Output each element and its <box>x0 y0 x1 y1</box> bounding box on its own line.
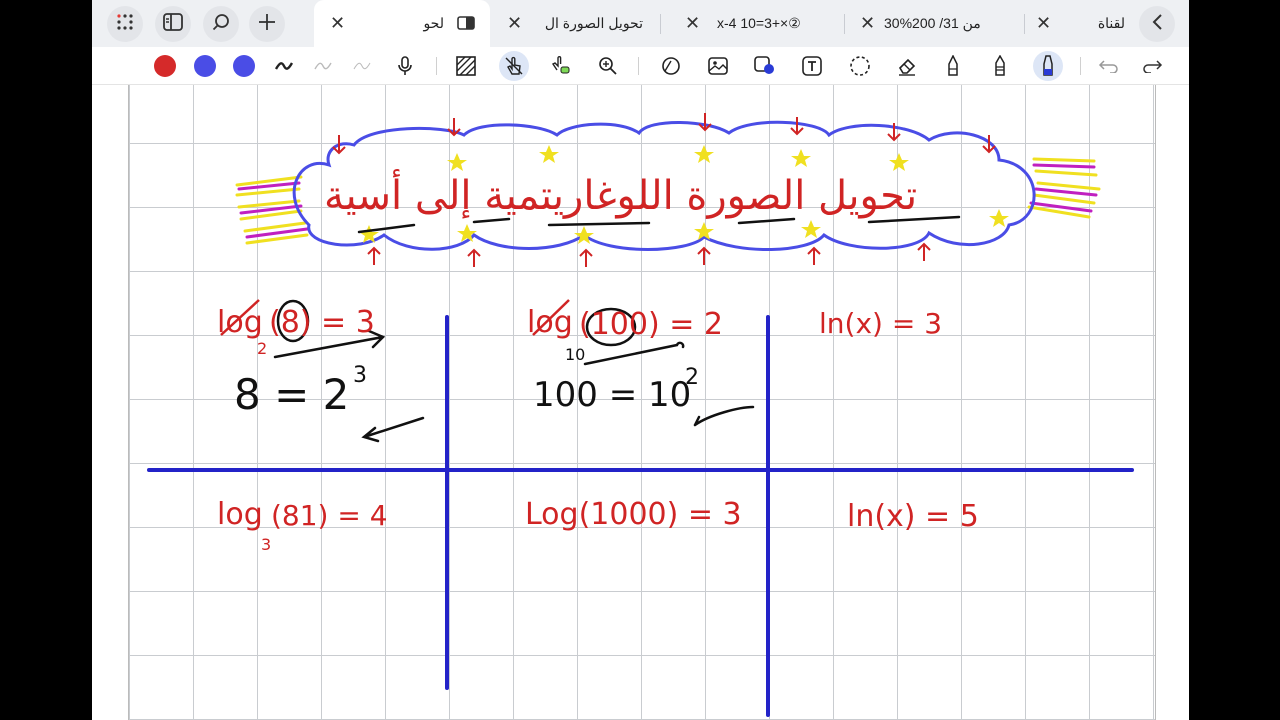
c1-top-base: 2 <box>257 339 268 358</box>
close-tab-icon[interactable]: ✕ <box>330 13 345 34</box>
notebook-icon <box>457 16 475 33</box>
c2-exp-form: 100 = 10 <box>533 375 692 415</box>
sidebar-button[interactable] <box>155 6 191 42</box>
touch-draw-icon[interactable] <box>499 51 529 81</box>
note-canvas[interactable]: تحويل الصورة اللوغاريتمية إلى أسية log (… <box>128 85 1156 720</box>
undo-icon[interactable] <box>1094 51 1124 81</box>
tab-label: 30%من 31/ 200 <box>884 15 981 31</box>
tab-label: تحويل الصورة ال <box>544 15 643 31</box>
stroke-thin-icon[interactable] <box>347 51 377 81</box>
c2-top-log: log <box>527 305 573 340</box>
c1-bot-log: log <box>217 497 263 532</box>
stroke-thick-icon[interactable] <box>269 51 299 81</box>
eraser-icon[interactable] <box>892 51 922 81</box>
c2-top-expr: (100) = 2 <box>579 307 723 342</box>
pattern-icon[interactable] <box>451 51 481 81</box>
chevron-left-icon <box>1151 13 1163 36</box>
c1-bot-base: 3 <box>261 535 272 554</box>
c3-top-expr: ln(x) = 3 <box>819 307 943 340</box>
text-icon[interactable] <box>797 51 827 81</box>
plus-icon <box>258 13 276 36</box>
tab-equation[interactable]: ✕ x-4 10=3+×② <box>667 0 839 47</box>
tab-label: لقناة <box>1097 15 1125 31</box>
pen-tool-icon[interactable] <box>938 51 968 81</box>
close-tab-icon[interactable]: ✕ <box>860 13 875 34</box>
note-title: تحويل الصورة اللوغاريتمية إلى أسية <box>324 173 918 219</box>
lasso-select-icon[interactable] <box>845 51 875 81</box>
tab-convert-image[interactable]: ✕ تحويل الصورة ال <box>497 0 657 47</box>
pen-color-red[interactable] <box>150 51 180 81</box>
search-button[interactable] <box>203 6 239 42</box>
pen-color-blue[interactable] <box>190 51 220 81</box>
image-icon[interactable] <box>703 51 733 81</box>
redo-icon[interactable] <box>1137 51 1167 81</box>
c2-exp-power: 2 <box>685 365 699 390</box>
c1-top-expr: (8) = 3 <box>269 305 375 340</box>
close-tab-icon[interactable]: ✕ <box>685 13 700 34</box>
tab-label: لحو <box>423 15 444 31</box>
sidebar-icon <box>163 12 183 36</box>
back-button[interactable] <box>1139 6 1175 42</box>
c1-exp-power: 3 <box>353 363 367 388</box>
shape-icon[interactable] <box>656 51 686 81</box>
c1-top-log: log <box>217 305 263 340</box>
zoom-icon[interactable] <box>593 51 623 81</box>
highlighter-tool-icon[interactable] <box>1033 51 1063 81</box>
pen-color-blue-2[interactable] <box>229 51 259 81</box>
tab-lhw[interactable]: ✕ لحو <box>314 0 490 47</box>
close-tab-icon[interactable]: ✕ <box>1036 13 1051 34</box>
sticker-icon[interactable] <box>750 51 780 81</box>
c3-bot-expr: ln(x) = 5 <box>847 499 979 534</box>
stroke-medium-icon[interactable] <box>308 51 338 81</box>
search-icon <box>212 13 230 36</box>
notes-app-window: ✕ لحو ✕ تحويل الصورة ال ✕ x-4 10=3+×② ✕ … <box>92 0 1189 720</box>
new-tab-button[interactable] <box>249 6 285 42</box>
tab-bar: ✕ لحو ✕ تحويل الصورة ال ✕ x-4 10=3+×② ✕ … <box>92 0 1189 47</box>
microphone-icon[interactable] <box>390 51 420 81</box>
c1-bot-expr: (81) = 4 <box>271 499 388 532</box>
tab-label: x-4 10=3+×② <box>717 15 801 31</box>
tab-percent[interactable]: ✕ 30%من 31/ 200 <box>850 0 1020 47</box>
pencil-tool-icon[interactable] <box>985 51 1015 81</box>
c1-exp-form: 8 = 2 <box>234 370 350 419</box>
drawing-toolbar <box>92 47 1189 85</box>
c2-bot-expr: Log(1000) = 3 <box>525 497 742 532</box>
apps-button[interactable] <box>107 6 143 42</box>
tab-channel[interactable]: ✕ لقناة <box>1030 0 1135 47</box>
apps-icon <box>116 13 134 36</box>
lasso-hand-icon[interactable] <box>546 51 576 81</box>
c2-top-base: 10 <box>565 345 586 364</box>
close-tab-icon[interactable]: ✕ <box>507 13 522 34</box>
